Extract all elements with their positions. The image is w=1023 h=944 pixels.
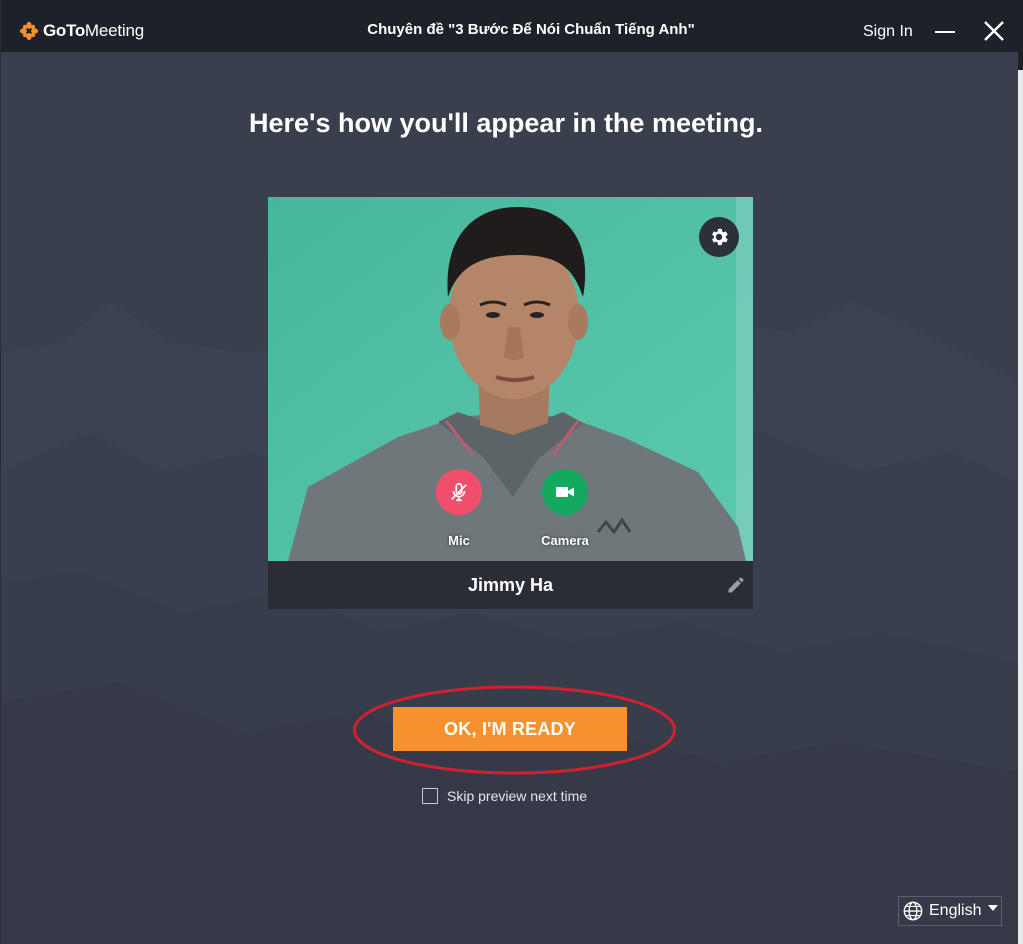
sign-in-link[interactable]: Sign In <box>863 23 913 41</box>
chevron-down-icon <box>988 905 999 911</box>
gotomeeting-window: GoTo Meeting Chuyên đề "3 Bước Để Nói Ch… <box>0 0 1018 944</box>
globe-icon <box>903 901 923 921</box>
minimize-button[interactable] <box>933 20 957 44</box>
video-settings-button[interactable] <box>699 217 739 257</box>
mic-label: Mic <box>448 533 470 548</box>
logo-text-goto: GoTo <box>43 21 85 40</box>
camera-video-feed: Mic Camera <box>268 197 753 561</box>
background-window-edge <box>1018 0 1023 944</box>
mic-off-icon <box>451 482 467 502</box>
gotomeeting-logo: GoTo Meeting <box>19 20 144 42</box>
mic-toggle-button[interactable] <box>436 469 482 515</box>
close-button[interactable] <box>981 18 1007 44</box>
language-dropdown[interactable]: English <box>898 896 1002 926</box>
skip-preview-label[interactable]: Skip preview next time <box>447 788 587 804</box>
title-bar: GoTo Meeting Chuyên đề "3 Bước Để Nói Ch… <box>1 0 1018 52</box>
participant-name: Jimmy Ha <box>467 575 554 595</box>
gear-icon <box>712 228 728 246</box>
skip-preview-checkbox[interactable] <box>422 788 438 804</box>
skip-preview-option[interactable]: Skip preview next time <box>422 787 587 805</box>
participant-name-bar: Jimmy Ha <box>268 561 753 609</box>
ok-im-ready-button[interactable]: OK, I'M READY <box>393 707 627 751</box>
close-icon <box>984 21 1004 41</box>
edit-name-button[interactable] <box>726 575 746 595</box>
language-label: English <box>929 902 982 919</box>
page-heading: Here's how you'll appear in the meeting. <box>249 108 763 138</box>
video-preview-card: Mic Camera Jimmy Ha <box>268 197 753 609</box>
gotomeeting-flower-icon <box>19 21 39 41</box>
pencil-icon <box>728 577 744 593</box>
camera-toggle-button[interactable] <box>542 469 588 515</box>
minimize-icon <box>935 31 955 33</box>
participant-video-image <box>268 197 753 561</box>
video-camera-icon <box>556 487 574 497</box>
camera-label: Camera <box>541 533 589 548</box>
logo-text-meeting: Meeting <box>84 21 145 40</box>
window-title: Chuyên đề "3 Bước Để Nói Chuẩn Tiếng Anh… <box>367 21 695 38</box>
